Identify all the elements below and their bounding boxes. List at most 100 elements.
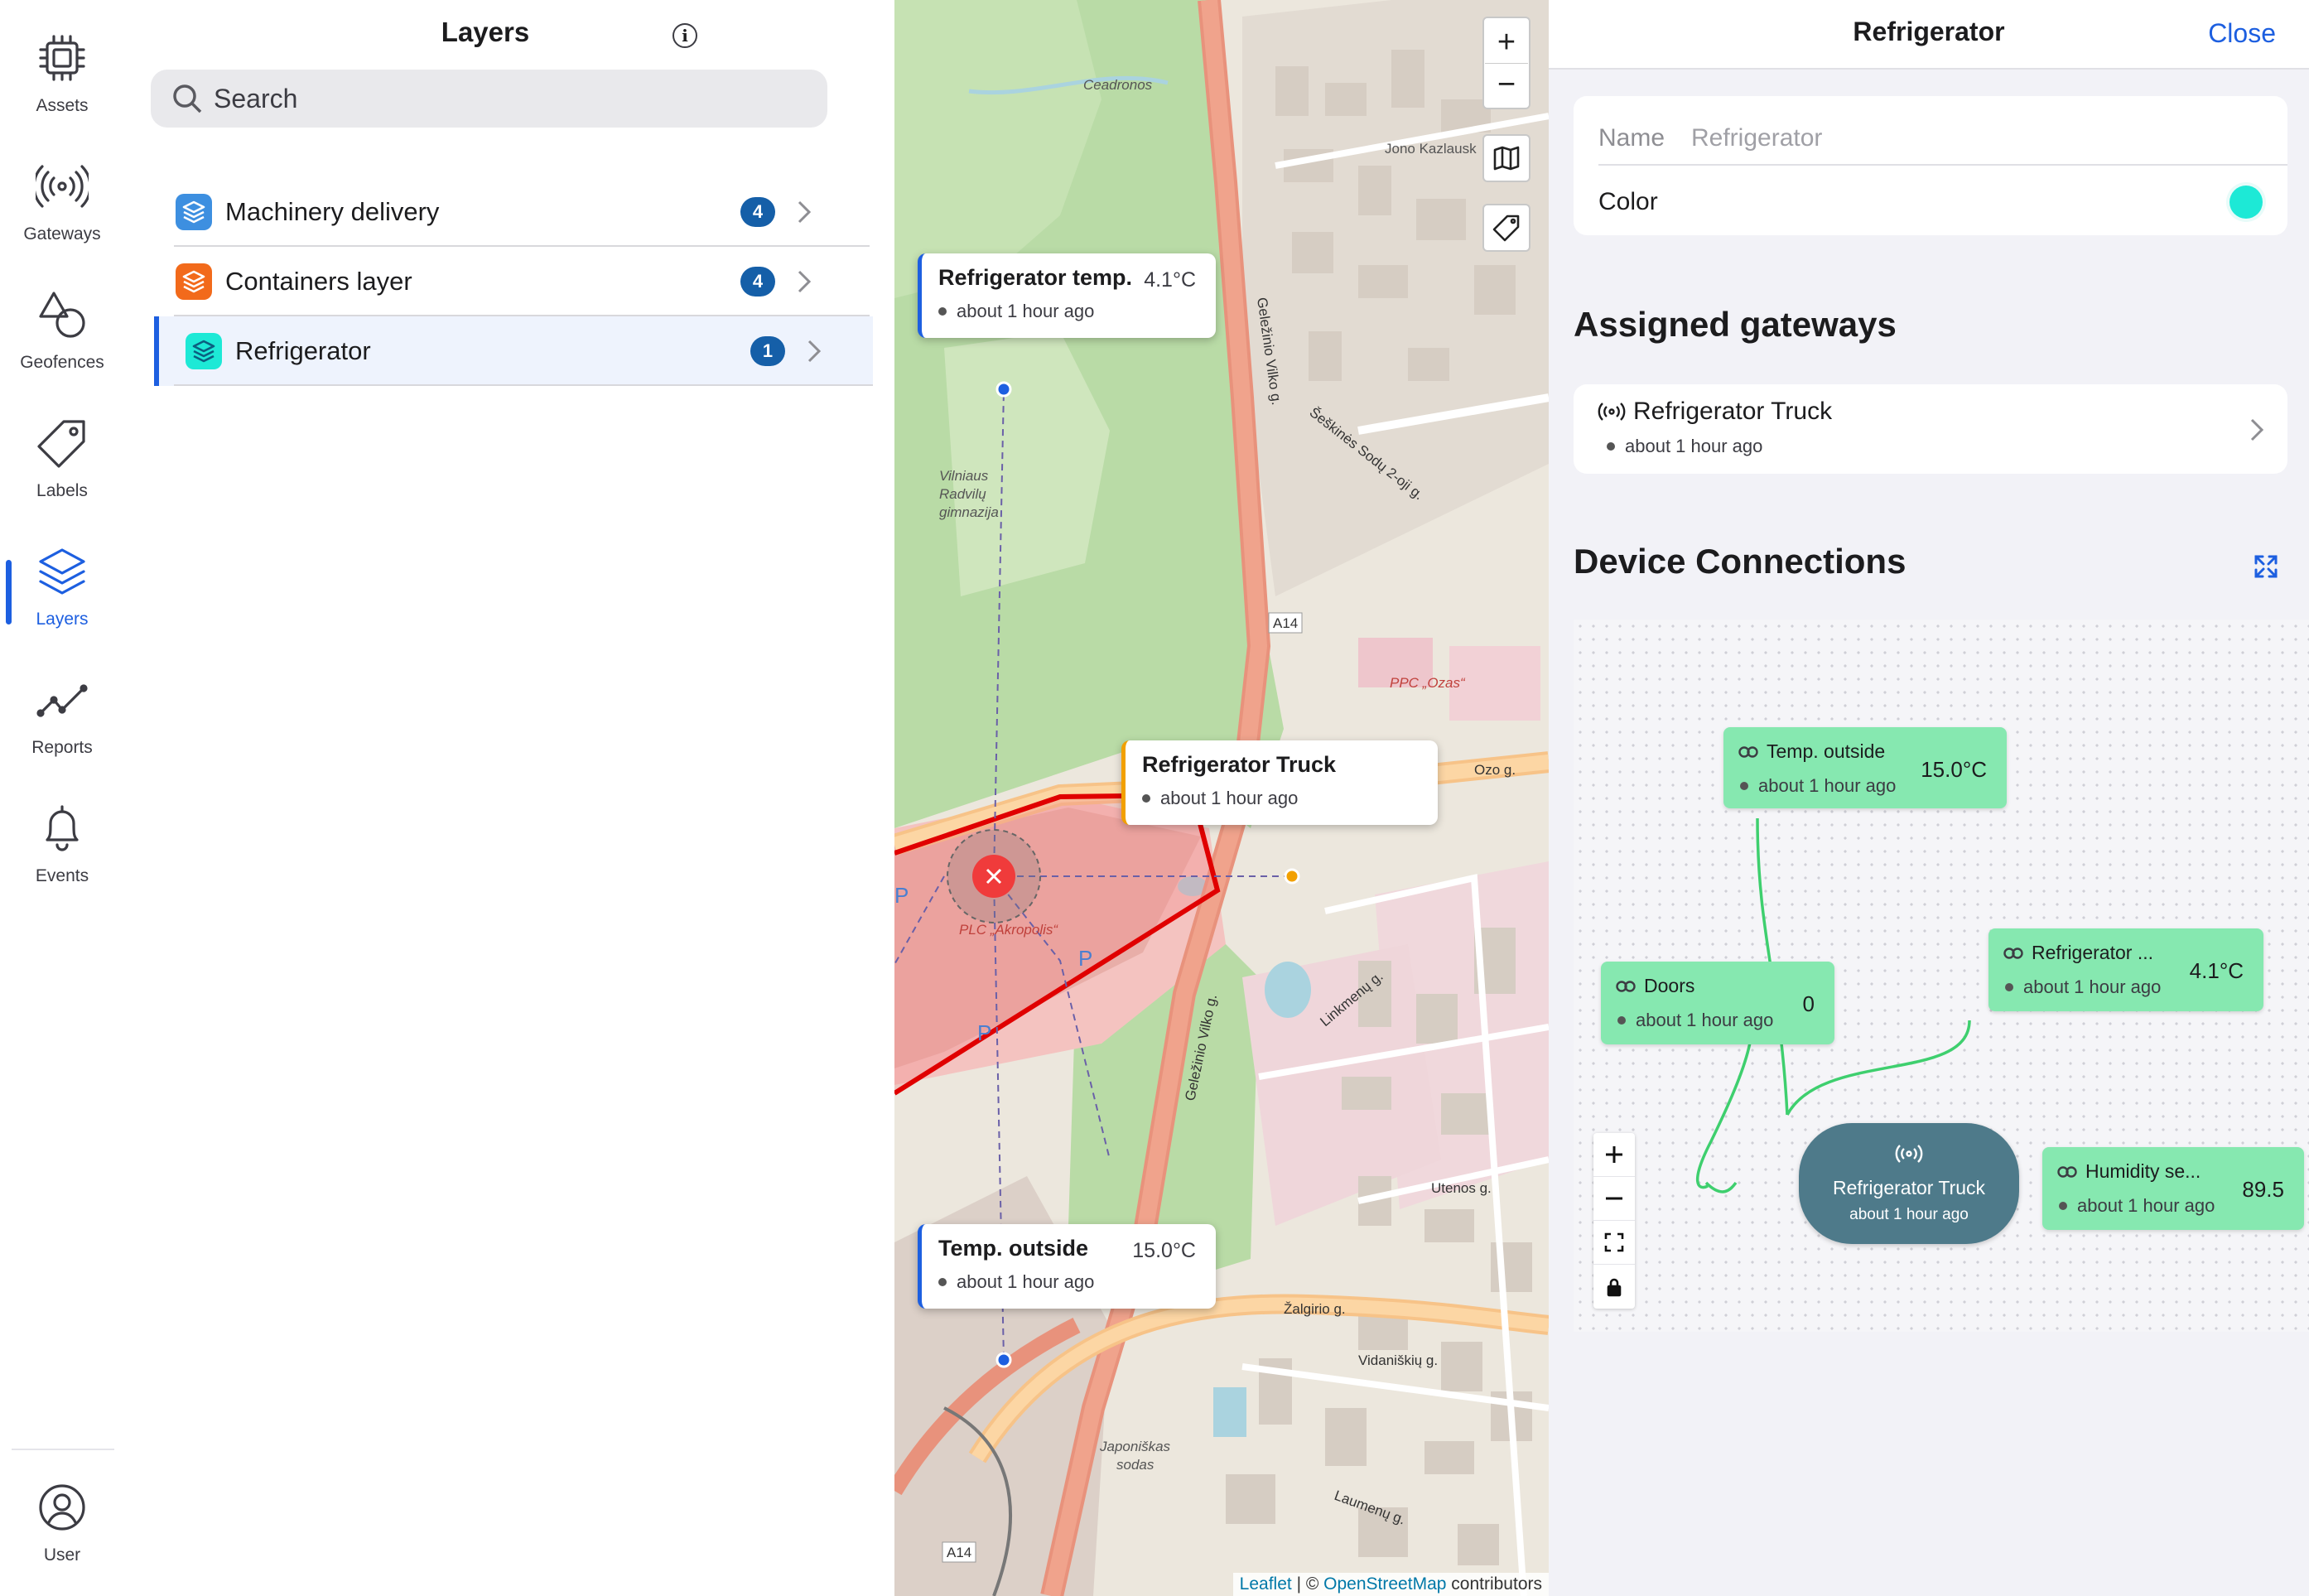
close-button[interactable]: Close	[2208, 18, 2276, 49]
layer-row-containers-layer[interactable]: Containers layer 4	[156, 247, 828, 316]
zoom-out-button[interactable]: −	[1497, 64, 1516, 105]
svg-text:A14: A14	[947, 1545, 971, 1560]
zoom-in-button[interactable]: +	[1497, 22, 1516, 63]
status-dot	[938, 1278, 947, 1286]
popup-time: about 1 hour ago	[1142, 788, 1421, 809]
status-dot	[2059, 1202, 2067, 1210]
flow-fit-view-button[interactable]	[1593, 1221, 1635, 1265]
expand-icon[interactable]	[2253, 553, 2279, 580]
nav-labels[interactable]: Labels	[0, 385, 124, 509]
map-popup-refrigerator-temp[interactable]: Refrigerator temp. 4.1°C about 1 hour ag…	[918, 253, 1216, 338]
node-value: 4.1°C	[2189, 958, 2244, 983]
link-icon	[2003, 947, 2023, 959]
gateway-list-item[interactable]: Refrigerator Truck about 1 hour ago	[1574, 384, 2287, 474]
layer-name: Refrigerator	[235, 336, 371, 365]
node-time: about 1 hour ago	[1636, 1010, 1774, 1030]
nav-gateways-label: Gateways	[23, 224, 101, 243]
node-title: Refrigerator ...	[2003, 942, 2153, 964]
node-time: about 1 hour ago	[2023, 976, 2162, 997]
chevron-right-icon	[807, 339, 822, 364]
node-status: about 1 hour ago	[2005, 976, 2161, 998]
flow-lock-button[interactable]	[1593, 1265, 1635, 1309]
search-bar[interactable]	[151, 70, 827, 128]
user-icon	[39, 1484, 85, 1531]
chevron-right-icon	[2249, 417, 2264, 446]
nav-geofences-label: Geofences	[20, 353, 104, 372]
nav-labels-label: Labels	[36, 481, 88, 500]
svg-text:Jono Kazlausk: Jono Kazlausk	[1385, 141, 1477, 157]
svg-text:PPC „Ozas“: PPC „Ozas“	[1390, 675, 1466, 691]
node-value: 15.0°C	[1921, 757, 1987, 782]
map-popup-temp-outside[interactable]: Temp. outside 15.0°C about 1 hour ago	[918, 1224, 1216, 1309]
lock-icon	[1607, 1278, 1622, 1296]
chip-icon	[39, 35, 85, 81]
nav-layers[interactable]: Layers	[0, 514, 124, 638]
popup-time: about 1 hour ago	[938, 301, 1199, 322]
flow-zoom-out-button[interactable]	[1593, 1177, 1635, 1221]
nav-events[interactable]: Events	[0, 770, 124, 894]
attribution-suffix: contributors	[1446, 1574, 1542, 1594]
nav-reports[interactable]: Reports	[0, 642, 124, 766]
device-node-doors[interactable]: Doors about 1 hour ago 0	[1601, 962, 1834, 1044]
gateway-title: Refrigerator Truck	[1597, 398, 1832, 426]
popup-time-text: about 1 hour ago	[1160, 788, 1299, 808]
svg-text:Radvilų: Radvilų	[939, 486, 986, 502]
svg-text:gimnazija: gimnazija	[939, 504, 999, 520]
device-node-temp-outside[interactable]: Temp. outside about 1 hour ago 15.0°C	[1723, 727, 2007, 808]
broadcast-icon	[1598, 403, 1626, 421]
flow-zoom-in-button[interactable]	[1593, 1133, 1635, 1177]
node-time: about 1 hour ago	[1758, 775, 1897, 796]
map-style-button[interactable]	[1482, 134, 1530, 182]
nav-assets[interactable]: Assets	[0, 0, 124, 124]
svg-text:P: P	[977, 1020, 991, 1045]
gateway-name: Refrigerator Truck	[1633, 398, 1833, 425]
popup-title: Refrigerator temp.	[938, 265, 1133, 290]
gateway-time: about 1 hour ago	[1625, 436, 1763, 456]
map-popup-refrigerator-truck[interactable]: Refrigerator Truck about 1 hour ago	[1121, 740, 1438, 825]
labels-toggle-button[interactable]	[1482, 204, 1530, 252]
name-row: Name	[1598, 113, 2287, 166]
status-dot	[2005, 983, 2013, 991]
active-indicator	[6, 560, 12, 624]
layer-name: Containers layer	[225, 267, 412, 296]
status-dot	[1740, 782, 1748, 790]
broadcast-icon	[1895, 1145, 1923, 1163]
name-field[interactable]	[1691, 124, 2188, 152]
link-icon	[2057, 1165, 2077, 1178]
tag-icon	[37, 420, 85, 468]
svg-text:A14: A14	[1273, 615, 1298, 631]
nav-user[interactable]: User	[0, 1449, 124, 1574]
search-input[interactable]	[214, 83, 793, 114]
layer-count-badge: 4	[740, 197, 775, 227]
popup-time-text: about 1 hour ago	[957, 1271, 1095, 1292]
plus-icon	[1606, 1146, 1622, 1163]
layer-row-refrigerator[interactable]: Refrigerator 1	[166, 316, 838, 386]
flow-controls	[1593, 1133, 1635, 1309]
link-icon	[1738, 745, 1758, 758]
nav-gateways[interactable]: Gateways	[0, 128, 124, 253]
svg-text:Vilniaus: Vilniaus	[939, 468, 989, 484]
layers-icon	[186, 333, 222, 369]
nav-geofences[interactable]: Geofences	[0, 257, 124, 381]
osm-link[interactable]: OpenStreetMap	[1323, 1574, 1446, 1594]
color-label: Color	[1598, 188, 1658, 215]
info-icon[interactable]: i	[672, 23, 697, 48]
nav-layers-label: Layers	[36, 610, 89, 629]
device-node-humidity-sensor[interactable]: Humidity se... about 1 hour ago 89.5	[2042, 1147, 2304, 1230]
device-node-refrigerator[interactable]: Refrigerator ... about 1 hour ago 4.1°C	[1988, 928, 2263, 1011]
leaflet-link[interactable]: Leaflet	[1240, 1574, 1292, 1594]
popup-title: Refrigerator Truck	[1142, 752, 1337, 777]
node-status: about 1 hour ago	[1617, 1010, 1773, 1031]
color-picker[interactable]	[2229, 186, 2263, 219]
nav-reports-label: Reports	[31, 738, 93, 757]
search-icon	[173, 84, 202, 113]
svg-text:Ceadronos: Ceadronos	[1083, 77, 1153, 93]
gateway-hub-node[interactable]: Refrigerator Truck about 1 hour ago	[1799, 1123, 2019, 1244]
nav-user-label: User	[43, 1545, 81, 1565]
map-view[interactable]: Ceadronos Jono Kazlausk Vilniaus Radvilų g…	[894, 0, 1549, 1596]
popup-time: about 1 hour ago	[938, 1271, 1199, 1293]
layer-row-machinery-delivery[interactable]: Machinery delivery 4	[156, 177, 828, 247]
layers-title: Layers	[441, 17, 530, 47]
node-name: Refrigerator ...	[2032, 942, 2153, 963]
link-icon	[1616, 980, 1636, 992]
